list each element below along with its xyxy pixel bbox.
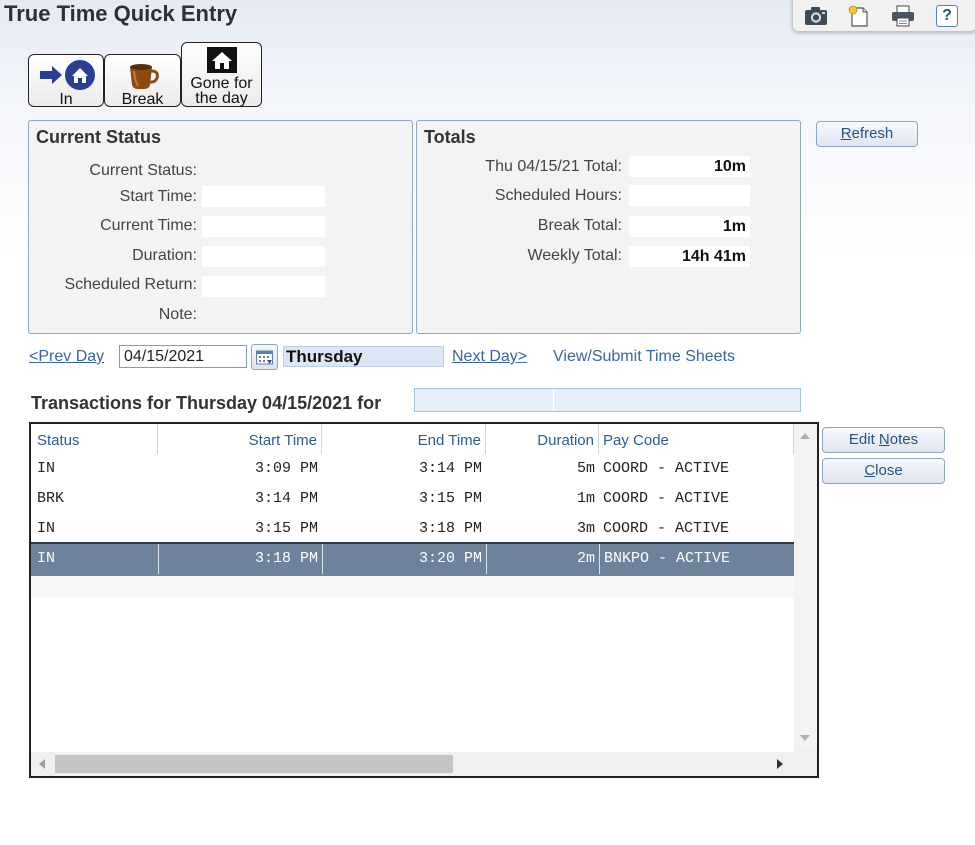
column-header-start-time[interactable]: Start Time	[158, 424, 322, 454]
app-title: True Time Quick Entry	[4, 1, 238, 26]
gone-label-line1: Gone for	[190, 75, 253, 92]
note-label: Note:	[158, 306, 197, 323]
gone-for-the-day-button[interactable]: Gone for the day	[181, 42, 262, 107]
current-time-value	[202, 216, 325, 237]
empty-row	[31, 576, 794, 598]
close-button[interactable]: Close	[822, 458, 945, 484]
break-button[interactable]: Break	[104, 54, 181, 108]
duration-label: Duration:	[132, 247, 197, 264]
view-submit-time-sheets-link[interactable]: View/Submit Time Sheets	[553, 348, 735, 366]
break-total-label: Break Total:	[537, 217, 622, 234]
weekly-total-label: Weekly Total:	[527, 247, 622, 264]
in-icon	[40, 60, 95, 90]
scheduled-return-label: Scheduled Return:	[64, 276, 197, 293]
camera-icon[interactable]	[803, 4, 829, 28]
table-row[interactable]: IN 3:15 PM 3:18 PM 3m COORD - ACTIVE	[31, 514, 794, 544]
totals-panel: Totals Thu 04/15/21 Total: 10m Scheduled…	[416, 120, 801, 334]
help-icon[interactable]: ?	[934, 4, 960, 28]
calendar-button[interactable]	[251, 344, 278, 370]
start-time-value	[202, 186, 325, 207]
new-note-icon[interactable]	[845, 4, 871, 28]
scheduled-hours-label: Scheduled Hours:	[494, 187, 622, 204]
break-button-label: Break	[121, 91, 164, 108]
weekly-total-value: 14h 41m	[629, 246, 750, 267]
duration-value	[202, 246, 325, 267]
day-total-value: 10m	[629, 156, 750, 177]
break-total-value: 1m	[629, 216, 750, 237]
employee-selector[interactable]	[414, 388, 801, 412]
scroll-down-arrow-icon[interactable]	[800, 735, 810, 741]
day-total-label: Thu 04/15/21 Total:	[485, 158, 622, 175]
table-row[interactable]: BRK 3:14 PM 3:15 PM 1m COORD - ACTIVE	[31, 484, 794, 514]
current-time-label: Current Time:	[100, 217, 197, 234]
coffee-cup-icon	[130, 64, 159, 89]
start-time-label: Start Time:	[119, 188, 197, 205]
scheduled-hours-value	[629, 185, 750, 206]
scroll-corner	[794, 750, 817, 776]
horizontal-scrollbar[interactable]	[31, 752, 794, 776]
home-icon	[207, 47, 237, 73]
calendar-icon	[256, 350, 273, 365]
scroll-right-arrow-icon[interactable]	[777, 759, 783, 769]
horizontal-scroll-thumb[interactable]	[55, 755, 453, 773]
refresh-button[interactable]: Refresh	[816, 121, 918, 147]
transactions-grid: Status Start Time End Time Duration Pay …	[29, 422, 819, 778]
column-header-status[interactable]: Status	[31, 424, 158, 454]
current-status-label: Current Status:	[89, 162, 197, 179]
column-header-pay-code[interactable]: Pay Code	[599, 424, 794, 454]
edit-notes-button[interactable]: Edit Notes	[822, 427, 945, 453]
in-button-label: In	[59, 91, 73, 108]
current-status-title: Current Status	[36, 127, 162, 147]
next-day-link[interactable]: Next Day>	[452, 348, 527, 366]
vertical-scrollbar[interactable]	[794, 424, 817, 750]
column-header-end-time[interactable]: End Time	[322, 424, 486, 454]
print-icon[interactable]	[890, 4, 916, 28]
current-status-panel: Current Status Current Status: Start Tim…	[28, 120, 413, 334]
transactions-heading: Transactions for Thursday 04/15/2021 for	[31, 393, 382, 413]
note-value	[202, 304, 325, 325]
table-row-selected[interactable]: IN 3:18 PM 3:20 PM 2m BNKPO - ACTIVE	[31, 542, 794, 580]
prev-day-link[interactable]: <Prev Day	[29, 348, 104, 366]
column-header-duration[interactable]: Duration	[486, 424, 599, 454]
totals-title: Totals	[424, 127, 476, 147]
scroll-left-arrow-icon[interactable]	[39, 759, 45, 769]
scheduled-return-value	[202, 276, 325, 297]
current-status-value	[202, 159, 325, 180]
in-button[interactable]: In	[28, 54, 104, 108]
gone-label-line2: the day	[195, 90, 248, 107]
date-input[interactable]	[119, 345, 247, 368]
table-row[interactable]: IN 3:09 PM 3:14 PM 5m COORD - ACTIVE	[31, 454, 794, 484]
weekday-display: Thursday	[283, 346, 444, 367]
scroll-up-arrow-icon[interactable]	[800, 433, 810, 439]
top-toolbar: ?	[792, 0, 975, 32]
